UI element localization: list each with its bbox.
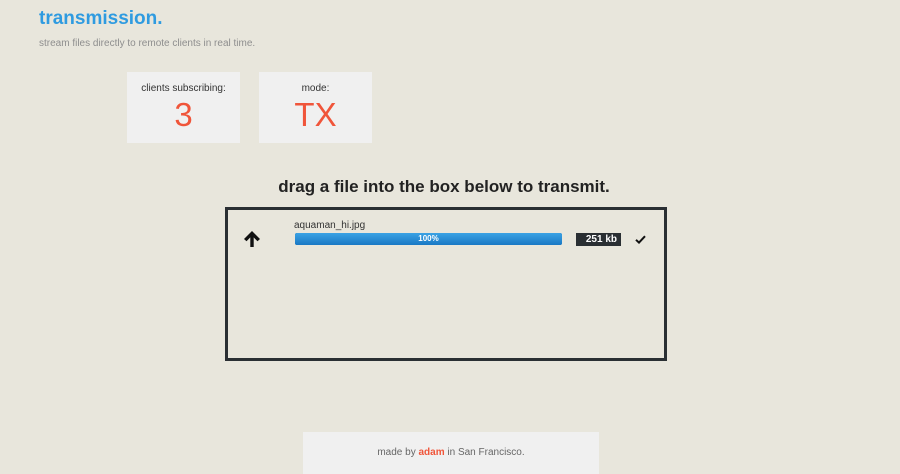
drop-instruction: drag a file into the box below to transm…: [278, 177, 610, 196]
mode-value: TX: [294, 96, 337, 133]
arrow-up-icon: [244, 231, 260, 247]
page-subtitle: stream files directly to remote clients …: [39, 38, 256, 49]
footer-author-link[interactable]: adam: [418, 447, 444, 458]
footer-suffix: in San Francisco.: [444, 447, 525, 458]
footer-prefix: made by: [377, 447, 419, 458]
upload-progress-bar: 100%: [295, 233, 562, 245]
clients-subscribing-card: clients subscribing: 3: [127, 72, 240, 143]
file-drop-zone[interactable]: aquaman_hi.jpg 100% 251 kb: [225, 207, 667, 361]
upload-progress-text: 100%: [418, 234, 439, 243]
mode-card: mode: TX: [259, 72, 372, 143]
footer: made by adam in San Francisco.: [303, 432, 599, 474]
clients-subscribing-label: clients subscribing:: [141, 83, 226, 94]
file-size-badge: 251 kb: [576, 233, 621, 246]
check-icon: [635, 235, 646, 244]
file-name: aquaman_hi.jpg: [294, 220, 366, 231]
mode-label: mode:: [301, 83, 330, 94]
page-title: transmission.: [39, 8, 163, 29]
clients-subscribing-count: 3: [174, 96, 193, 133]
